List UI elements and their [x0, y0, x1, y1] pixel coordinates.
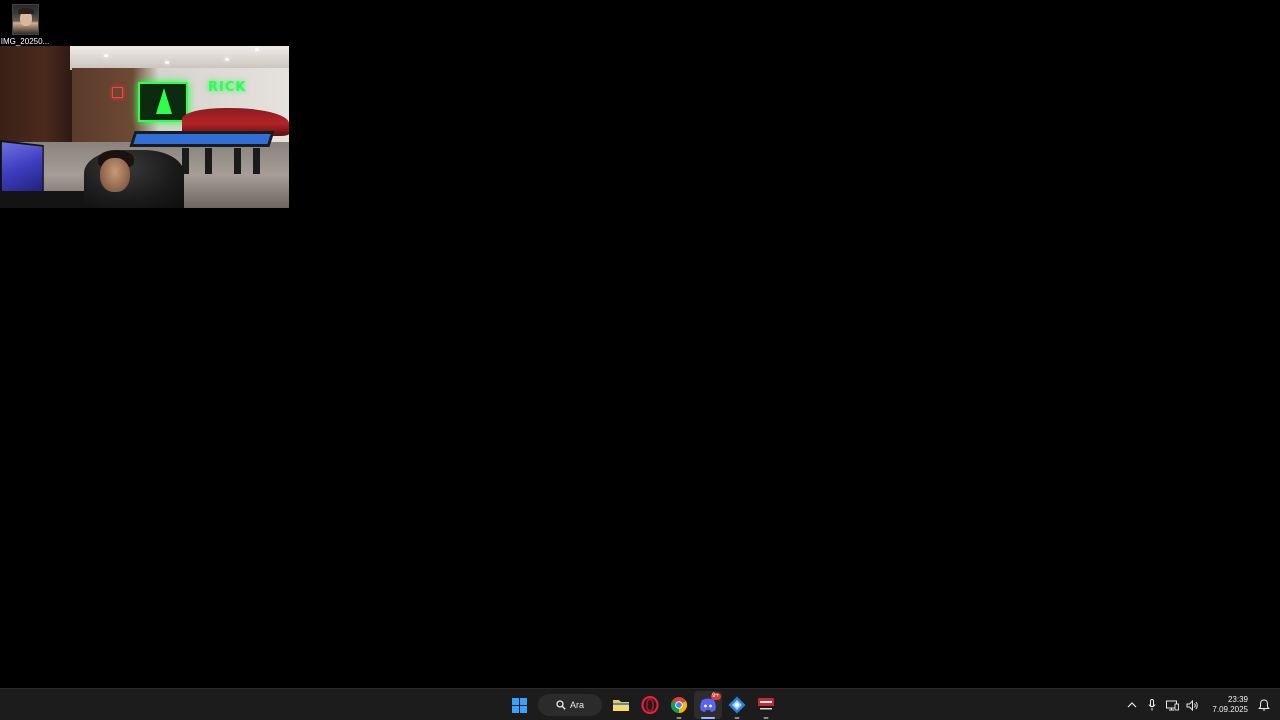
pool-table-leg: [253, 148, 260, 174]
network-icon: [1165, 700, 1179, 710]
blue-diamond-app-icon: [728, 696, 745, 714]
folder-icon: [612, 700, 629, 711]
windows-start-icon: [512, 697, 527, 713]
clock-time: 23:39: [1227, 695, 1248, 704]
desk: [0, 191, 90, 208]
microphone-button[interactable]: [1142, 693, 1162, 717]
search-icon: [556, 700, 566, 710]
search-button[interactable]: Ara: [538, 694, 602, 716]
pool-table-leg: [234, 148, 241, 174]
opera-icon: [640, 696, 659, 714]
running-indicator: [700, 717, 715, 719]
chevron-up-icon: [1127, 702, 1137, 708]
pool-table-leg: [205, 148, 212, 174]
ceiling-light: [104, 54, 108, 57]
taskbar-file-explorer[interactable]: [607, 691, 635, 719]
show-hidden-icons-button[interactable]: [1122, 693, 1142, 717]
taskbar-discord[interactable]: 9+: [693, 691, 722, 719]
neon-logo-icon: [156, 88, 172, 114]
desktop: IMG_20250... RICK: [0, 0, 1280, 688]
taskbar: Ara 9+ 23:39 7.09.2025: [0, 688, 1280, 720]
running-indicator: [763, 717, 768, 719]
chrome-icon: [670, 697, 687, 713]
ceiling-light: [255, 48, 259, 51]
clock-date: 7.09.2025: [1212, 705, 1248, 714]
network-button[interactable]: [1162, 693, 1182, 717]
video-writer-icon: [757, 698, 774, 712]
taskbar-app-blue[interactable]: [723, 691, 751, 719]
discord-badge: 9+: [710, 693, 721, 700]
taskbar-chrome[interactable]: [665, 691, 693, 719]
image-thumbnail-icon: [11, 4, 39, 35]
start-button[interactable]: [506, 691, 534, 719]
system-tray: 23:39 7.09.2025: [1122, 689, 1280, 720]
neon-sign-text: RICK: [208, 80, 247, 95]
volume-icon: [1186, 699, 1198, 711]
neon-basketball-hoop-icon: [112, 87, 123, 98]
video-preview-window[interactable]: RICK: [0, 46, 289, 208]
clock-button[interactable]: 23:39 7.09.2025: [1202, 695, 1248, 715]
notification-button[interactable]: [1254, 693, 1274, 717]
taskbar-apps: Ara 9+: [505, 689, 780, 720]
microphone-icon: [1148, 699, 1156, 711]
ceiling-light: [225, 58, 229, 61]
ceiling-light: [165, 61, 169, 64]
taskbar-video-writer[interactable]: [752, 691, 780, 719]
notification-icon: [1258, 699, 1270, 711]
taskbar-opera[interactable]: [636, 691, 664, 719]
monitor: [0, 140, 44, 198]
volume-button[interactable]: [1182, 693, 1202, 717]
search-label: Ara: [569, 700, 584, 710]
running-indicator: [676, 717, 681, 719]
running-indicator: [734, 717, 739, 719]
person: [100, 158, 130, 192]
desktop-icon-image-file[interactable]: IMG_20250...: [0, 2, 50, 48]
pool-table: [129, 131, 275, 147]
